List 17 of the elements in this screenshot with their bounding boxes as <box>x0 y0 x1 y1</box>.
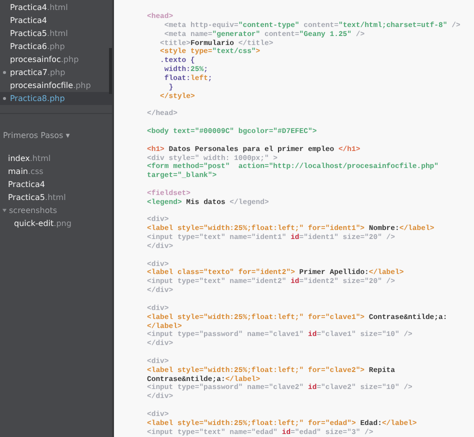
project-title[interactable]: Primeros Pasos ▾ <box>3 131 70 140</box>
folder-item[interactable]: screenshots <box>9 204 58 217</box>
file-item[interactable]: main.css <box>0 165 112 178</box>
file-item[interactable]: Practica6.php <box>0 40 112 53</box>
file-item[interactable]: Practica5.html <box>0 27 112 40</box>
file-item[interactable]: Practica5.html <box>0 191 112 204</box>
file-item[interactable]: Practica4 <box>0 178 112 191</box>
file-item[interactable]: index.html <box>0 152 112 165</box>
file-item[interactable]: practica7.php <box>0 66 112 79</box>
file-item[interactable]: quick-edit.png <box>0 217 112 230</box>
code-editor[interactable] <box>114 0 474 437</box>
file-item[interactable]: Practica8.php <box>0 92 112 105</box>
file-item[interactable]: Practica4.html <box>0 1 112 14</box>
file-item[interactable]: procesainfoc.php <box>0 53 112 66</box>
file-item[interactable]: Practica4 <box>0 14 112 27</box>
file-item[interactable]: procesainfocfile.php <box>0 79 112 92</box>
folder-arrow-icon[interactable] <box>2 208 7 213</box>
